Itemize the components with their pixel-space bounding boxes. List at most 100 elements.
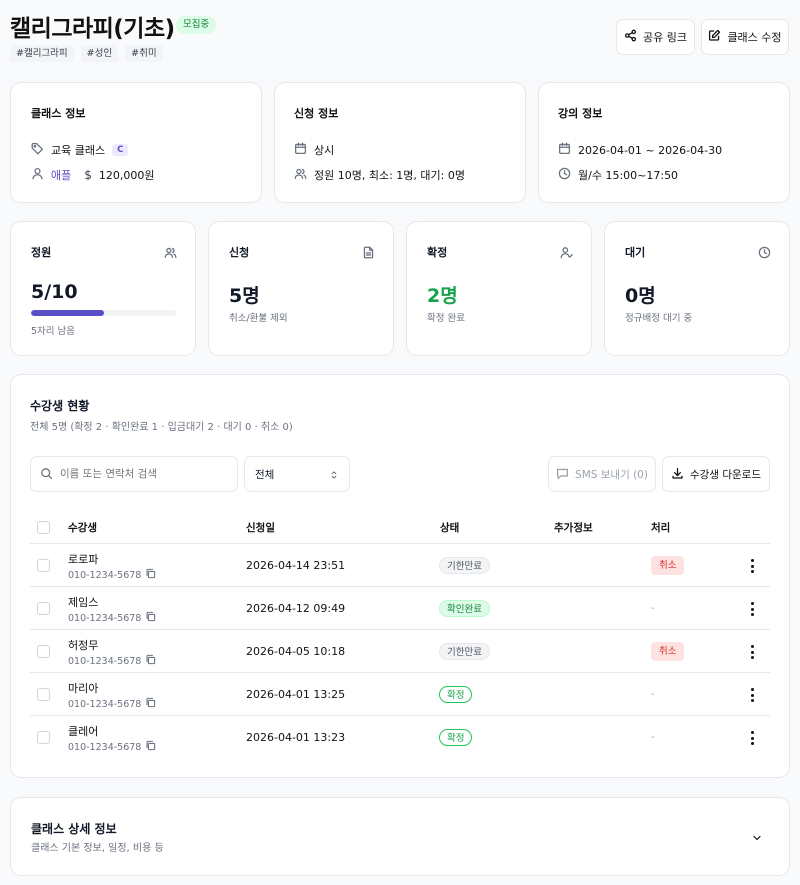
- share-link-button[interactable]: 공유 링크: [616, 19, 695, 55]
- action-empty: -: [651, 603, 655, 614]
- apply-period: 상시: [314, 144, 335, 157]
- cancel-button[interactable]: 취소: [651, 556, 685, 575]
- confirmed-stat-card: 확정 2명 확정 완료: [406, 221, 592, 356]
- lecture-info-card: 강의 정보 2026-04-01 ~ 2026-04-30 월/수 15:00~…: [538, 82, 790, 203]
- applied-stat-card: 신청 5명 취소/환불 제외: [208, 221, 394, 356]
- more-options-icon[interactable]: [747, 559, 757, 573]
- edit-icon: [708, 29, 721, 45]
- more-options-icon[interactable]: [747, 731, 757, 745]
- waiting-stat-label: 대기: [625, 246, 646, 259]
- document-icon: [362, 244, 375, 263]
- table-row: 클레어 010-1234-5678 2026-04-01 13:23 확정 -: [30, 715, 770, 758]
- action-empty: -: [651, 732, 655, 743]
- class-type: 교육 클래스: [51, 144, 106, 157]
- row-checkbox[interactable]: [37, 731, 50, 744]
- search-input[interactable]: [60, 468, 225, 480]
- tag-item[interactable]: #성인: [80, 45, 119, 62]
- applied-stat-sub: 취소/환불 제외: [229, 313, 288, 324]
- status-filter-value: 전체: [255, 468, 275, 481]
- page-title: 캘리그라피(기초): [10, 16, 175, 42]
- search-icon: [40, 465, 53, 484]
- students-summary: 전체 5명 (확정 2 · 확인완료 1 · 입금대기 2 · 대기 0 · 취…: [30, 422, 293, 433]
- apply-date: 2026-04-01 13:23: [246, 731, 346, 744]
- student-name: 제임스: [68, 596, 99, 609]
- chevron-updown-icon: [329, 465, 339, 484]
- apply-info-title: 신청 정보: [294, 107, 339, 120]
- user-icon: [31, 167, 44, 183]
- more-options-icon[interactable]: [747, 688, 757, 702]
- tag-item[interactable]: #캘리그라피: [10, 45, 74, 62]
- waiting-stat-sub: 정규배정 대기 중: [625, 313, 693, 324]
- column-header-student: 수강생: [68, 522, 97, 534]
- applied-stat-value: 5명: [229, 285, 260, 307]
- class-type-badge: C: [112, 144, 129, 156]
- edit-class-button[interactable]: 클래스 수정: [701, 19, 789, 55]
- column-header-extra: 추가정보: [554, 522, 593, 534]
- copy-icon[interactable]: [145, 611, 156, 625]
- student-phone: 010-1234-5678: [68, 612, 142, 624]
- confirmed-stat-sub: 확정 완료: [427, 313, 465, 324]
- apply-info-card: 신청 정보 상시 정원 10명, 최소: 1명, 대기: 0명: [274, 82, 526, 203]
- row-checkbox[interactable]: [37, 602, 50, 615]
- users-icon: [164, 244, 177, 263]
- student-name: 로로파: [68, 553, 99, 566]
- copy-icon[interactable]: [145, 740, 156, 754]
- calendar-icon: [294, 142, 307, 158]
- apply-date: 2026-04-12 09:49: [246, 602, 346, 615]
- status-badge: 모집중: [176, 16, 217, 34]
- waiting-stat-card: 대기 0명 정규배정 대기 중: [604, 221, 790, 356]
- users-icon: [294, 167, 307, 183]
- class-details-subtitle: 클래스 기본 정보, 일정, 비용 등: [31, 843, 164, 854]
- lecture-info-title: 강의 정보: [558, 107, 603, 120]
- apply-date: 2026-04-14 23:51: [246, 559, 346, 572]
- status-pill: 확정: [439, 686, 473, 703]
- table-row: 허정무 010-1234-5678 2026-04-05 10:18 기한만료 …: [30, 629, 770, 672]
- chevron-down-icon[interactable]: [751, 829, 763, 848]
- class-details-title: 클래스 상세 정보: [31, 822, 117, 836]
- clock-icon: [558, 167, 571, 183]
- student-phone: 010-1234-5678: [68, 698, 142, 710]
- calendar-icon: [558, 142, 571, 158]
- capacity-stat-sub: 5자리 남음: [31, 326, 76, 337]
- student-name: 클레어: [68, 725, 99, 738]
- copy-icon[interactable]: [145, 697, 156, 711]
- action-empty: -: [651, 689, 655, 700]
- column-header-status: 상태: [440, 522, 460, 534]
- student-phone: 010-1234-5678: [68, 741, 142, 753]
- user-check-icon: [560, 244, 573, 263]
- status-pill: 기한만료: [439, 643, 490, 660]
- capacity-progress-bar: [31, 310, 177, 316]
- capacity-stat-label: 정원: [31, 246, 52, 259]
- apply-date: 2026-04-05 10:18: [246, 645, 346, 658]
- copy-icon[interactable]: [145, 568, 156, 582]
- search-box[interactable]: [30, 456, 238, 492]
- copy-icon[interactable]: [145, 654, 156, 668]
- student-phone: 010-1234-5678: [68, 569, 142, 581]
- row-checkbox[interactable]: [37, 559, 50, 572]
- student-phone: 010-1234-5678: [68, 655, 142, 667]
- row-checkbox[interactable]: [37, 645, 50, 658]
- select-all-checkbox[interactable]: [37, 521, 50, 534]
- applied-stat-label: 신청: [229, 246, 250, 259]
- column-header-action: 처리: [651, 522, 671, 534]
- edit-class-label: 클래스 수정: [727, 31, 782, 44]
- download-students-label: 수강생 다운로드: [690, 468, 761, 481]
- cancel-button[interactable]: 취소: [651, 642, 685, 661]
- class-details-accordion[interactable]: 클래스 상세 정보 클래스 기본 정보, 일정, 비용 등: [10, 797, 790, 876]
- lecture-date-range: 2026-04-01 ~ 2026-04-30: [578, 143, 723, 157]
- instructor-name[interactable]: 애플: [51, 167, 71, 183]
- capacity-stat-value: 5/10: [31, 281, 78, 303]
- lecture-schedule: 월/수 15:00~17:50: [578, 169, 679, 182]
- more-options-icon[interactable]: [747, 602, 757, 616]
- row-checkbox[interactable]: [37, 688, 50, 701]
- confirmed-stat-label: 확정: [427, 246, 448, 259]
- status-filter-select[interactable]: 전체: [244, 456, 350, 492]
- tag-item[interactable]: #취미: [125, 45, 163, 62]
- clock-icon: [758, 244, 771, 263]
- student-name: 허정무: [68, 639, 99, 652]
- class-price: 120,000원: [98, 169, 155, 182]
- more-options-icon[interactable]: [747, 645, 757, 659]
- send-sms-button[interactable]: SMS 보내기 (0): [548, 456, 656, 492]
- download-students-button[interactable]: 수강생 다운로드: [662, 456, 770, 492]
- share-link-label: 공유 링크: [643, 31, 687, 44]
